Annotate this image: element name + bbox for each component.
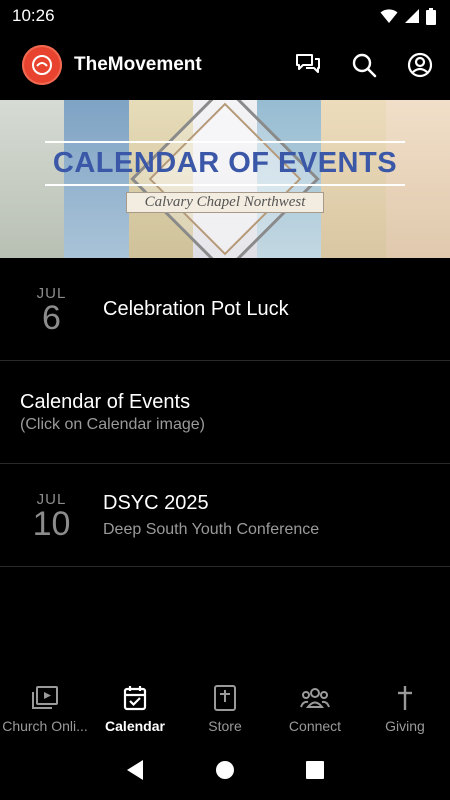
bottom-nav: Church Onli... Calendar Store Connect Gi… [0,674,450,744]
event-row[interactable]: JUL 10 DSYC 2025 Deep South Youth Confer… [0,464,450,567]
nav-connect[interactable]: Connect [270,674,360,744]
nav-label: Giving [385,718,425,734]
nav-store[interactable]: Store [180,674,270,744]
cross-icon [396,684,414,712]
calendar-banner-image[interactable]: CALENDAR OF EVENTS Calvary Chapel Northw… [0,100,450,258]
search-icon[interactable] [350,51,378,79]
recents-icon[interactable] [305,760,325,785]
app-title: TheMovement [74,54,202,75]
nav-label: Store [208,718,242,734]
event-title: DSYC 2025 [103,491,209,514]
church-logo-icon[interactable] [22,45,62,85]
event-title: Celebration Pot Luck [103,297,289,320]
nav-church-online[interactable]: Church Onli... [0,674,90,744]
nav-label: Calendar [105,718,165,734]
wifi-icon [380,9,398,23]
event-date: JUL 6 [0,285,103,337]
event-subtitle: Deep South Youth Conference [103,520,320,538]
nav-calendar[interactable]: Calendar [90,674,180,744]
people-icon [300,684,330,712]
status-icons [380,7,436,25]
event-subtitle: (Click on Calendar image) [20,415,205,433]
status-time: 10:26 [12,6,55,25]
account-icon[interactable] [406,51,434,79]
bible-icon [214,684,236,712]
back-icon[interactable] [125,759,145,786]
event-row[interactable]: Calendar of Events (Click on Calendar im… [0,361,450,464]
battery-icon [426,7,436,25]
event-row[interactable]: JUL 6 Celebration Pot Luck [0,258,450,361]
nav-label: Church Onli... [2,718,88,734]
banner-subtitle: Calvary Chapel Northwest [125,192,325,213]
calendar-icon [123,684,147,712]
video-library-icon [31,684,59,712]
signal-icon [405,9,419,23]
app-bar: TheMovement [0,32,450,98]
home-icon[interactable] [215,760,235,785]
system-nav-bar [0,744,450,800]
nav-label: Connect [288,718,342,734]
event-day: 10 [32,504,71,543]
banner-title: CALENDAR OF EVENTS [44,141,406,186]
event-list: JUL 6 Celebration Pot Luck Calendar of E… [0,258,450,567]
chat-icon[interactable] [294,51,322,79]
event-title: Calendar of Events [20,390,191,413]
status-bar: 10:26 [0,0,450,32]
event-date: JUL 10 [0,491,103,543]
nav-giving[interactable]: Giving [360,674,450,744]
event-day: 6 [42,298,61,337]
